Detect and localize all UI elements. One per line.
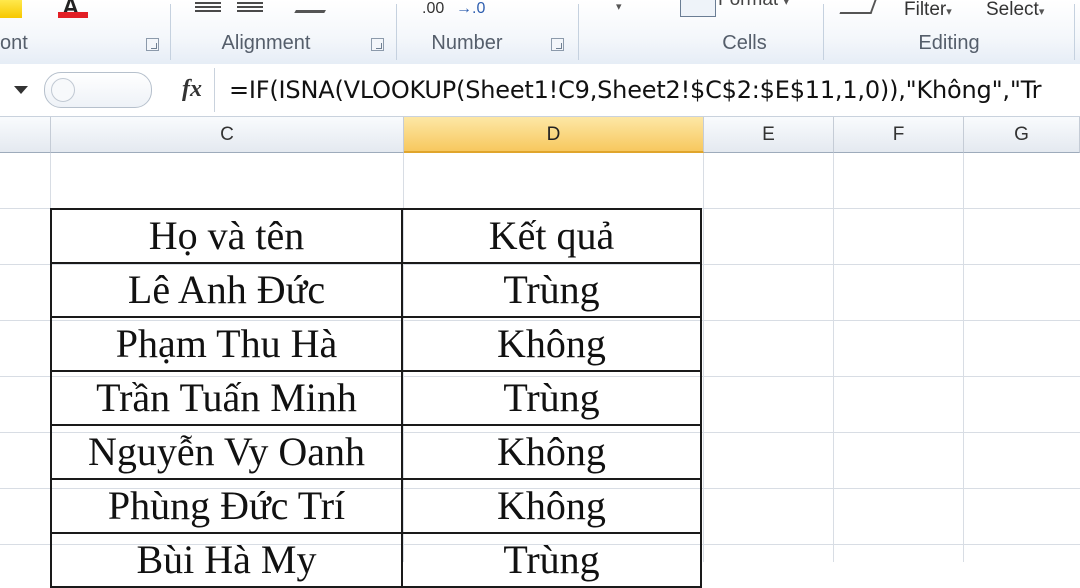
table-row: Phạm Thu Hà Không <box>50 316 702 372</box>
cell-result[interactable]: Không <box>401 478 702 534</box>
alignment-group-label: Alignment <box>221 32 311 54</box>
font-color-icon[interactable]: A <box>62 0 79 22</box>
font-group-label: ont <box>0 32 28 54</box>
cell-name[interactable]: Trần Tuấn Minh <box>50 370 403 426</box>
decrease-decimal-button[interactable]: →.0 <box>456 0 485 18</box>
column-header-d[interactable]: D <box>404 117 704 153</box>
cell-result[interactable]: Trùng <box>401 370 702 426</box>
column-header-g[interactable]: G <box>964 117 1080 153</box>
formula-bar: fx =IF(ISNA(VLOOKUP(Sheet1!C9,Sheet2!$C$… <box>0 64 1080 117</box>
font-launcher-icon[interactable] <box>146 38 159 51</box>
table-row: Trần Tuấn Minh Trùng <box>50 370 702 426</box>
cell-result[interactable]: Trùng <box>401 262 702 318</box>
table-row: Phùng Đức Trí Không <box>50 478 702 534</box>
number-dropdown-icon[interactable]: ▾ <box>616 0 622 13</box>
ribbon: A ont Alignment Number .00 →.0 ▾ Cells F… <box>0 0 1080 65</box>
highlight-color-icon[interactable] <box>0 0 22 18</box>
column-header-e[interactable]: E <box>704 117 834 153</box>
formula-input[interactable]: =IF(ISNA(VLOOKUP(Sheet1!C9,Sheet2!$C$2:$… <box>214 68 1080 112</box>
cell-name[interactable]: Lê Anh Đức <box>50 262 403 318</box>
name-box-dropdown-icon[interactable] <box>14 86 28 94</box>
header-cell-name[interactable]: Họ và tên <box>50 208 403 264</box>
editing-group-label: Editing <box>918 32 980 54</box>
font-color-bar <box>58 12 88 18</box>
cell-name[interactable]: Nguyễn Vy Oanh <box>50 424 403 480</box>
table-row: Bùi Hà My Trùng <box>50 532 702 588</box>
format-button[interactable]: Format ▾ <box>718 0 789 12</box>
table-row: Nguyễn Vy Oanh Không <box>50 424 702 480</box>
table-header-row: Họ và tên Kết quả <box>50 208 702 264</box>
alignment-launcher-icon[interactable] <box>371 38 384 51</box>
font-group: A ont <box>0 0 170 64</box>
cell-result[interactable]: Không <box>401 424 702 480</box>
cell-result[interactable]: Trùng <box>401 532 702 588</box>
formula-cancel-enter-buttons[interactable] <box>44 72 152 108</box>
decrease-indent-icon[interactable] <box>195 2 221 14</box>
increase-indent-icon[interactable] <box>237 2 263 14</box>
cell-name[interactable]: Bùi Hà My <box>50 532 403 588</box>
header-cell-result[interactable]: Kết quả <box>401 208 702 264</box>
table-row: Lê Anh Đức Trùng <box>50 262 702 318</box>
alignment-group: Alignment <box>171 0 395 64</box>
cells-group-label: Cells <box>722 32 767 54</box>
column-header-f[interactable]: F <box>834 117 964 153</box>
insert-function-button[interactable]: fx <box>172 72 212 106</box>
number-launcher-icon[interactable] <box>551 38 564 51</box>
number-group-label: Number <box>431 32 503 54</box>
sort-filter-button[interactable]: Filter▾ <box>904 0 952 22</box>
formula-text: =IF(ISNA(VLOOKUP(Sheet1!C9,Sheet2!$C$2:$… <box>229 76 1042 104</box>
column-header-left-stub[interactable] <box>0 117 51 153</box>
result-table: Họ và tên Kết quả Lê Anh Đức Trùng Phạm … <box>50 208 702 588</box>
format-icon[interactable] <box>680 0 716 17</box>
clear-icon[interactable] <box>839 0 877 14</box>
increase-decimal-button[interactable]: .00 <box>422 0 444 18</box>
cell-name[interactable]: Phùng Đức Trí <box>50 478 403 534</box>
cell-name[interactable]: Phạm Thu Hà <box>50 316 403 372</box>
column-header-c[interactable]: C <box>51 117 404 153</box>
find-select-button[interactable]: Select▾ <box>986 0 1044 22</box>
cell-result[interactable]: Không <box>401 316 702 372</box>
